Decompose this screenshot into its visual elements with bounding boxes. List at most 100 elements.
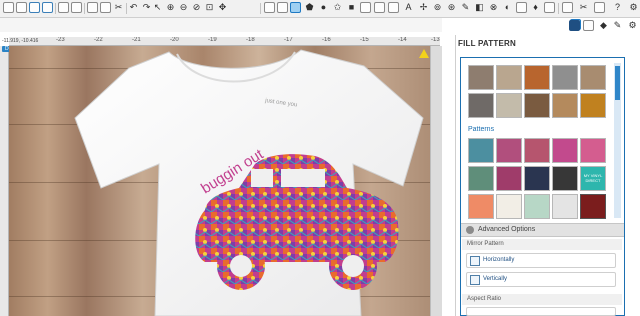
store-tab-icon[interactable]	[583, 20, 594, 31]
zoom-fit-icon[interactable]: ⊡	[204, 2, 215, 13]
page-setup-icon[interactable]: ✂	[578, 2, 589, 13]
ruler-tick-label: -20	[170, 37, 179, 43]
pattern-swatch[interactable]	[524, 93, 550, 118]
scissors-icon[interactable]: ✂	[113, 2, 124, 13]
gradient-icon[interactable]	[388, 2, 399, 13]
pattern-swatch[interactable]	[552, 65, 578, 90]
mirror-pattern-label: Mirror Pattern	[462, 239, 622, 250]
vertical-ruler	[0, 46, 9, 316]
cursor-coordinates: -11.919, -10.416	[2, 38, 39, 44]
secondary-toolbar	[0, 18, 581, 32]
pattern-swatch[interactable]	[524, 138, 550, 163]
ruler-tick-label: -19	[208, 37, 217, 43]
trace-icon[interactable]: ✎	[460, 2, 471, 13]
pan-icon[interactable]: ✥	[217, 2, 228, 13]
pattern-swatch[interactable]	[496, 194, 522, 219]
send-icon[interactable]: ♦	[530, 2, 541, 13]
ruler-tick-label: -14	[398, 37, 407, 43]
pattern-swatch[interactable]	[580, 65, 606, 90]
mirror-vertically-button[interactable]: Vertically	[466, 272, 616, 287]
design-canvas[interactable]: buggin out just one you	[9, 46, 440, 316]
pattern-swatch[interactable]	[468, 138, 494, 163]
pattern-swatch[interactable]	[496, 65, 522, 90]
car-window-right	[281, 169, 325, 187]
zoom-out-icon[interactable]: ⊖	[178, 2, 189, 13]
library-icon[interactable]	[58, 2, 69, 13]
fill-pattern-panel-button[interactable]	[290, 2, 301, 13]
pattern-swatch[interactable]	[468, 65, 494, 90]
design-tab-icon[interactable]	[569, 20, 580, 31]
fill-color-icon[interactable]	[374, 2, 385, 13]
pattern-swatch[interactable]	[496, 166, 522, 191]
cut-settings-icon[interactable]: ◐	[502, 2, 513, 13]
pattern-swatch[interactable]	[468, 93, 494, 118]
page-icon[interactable]: ⊗	[488, 2, 499, 13]
cut-tab-icon[interactable]	[562, 2, 573, 13]
pattern-swatch[interactable]	[468, 194, 494, 219]
shape-square-icon[interactable]: ■	[346, 2, 357, 13]
panel-scrollbar-thumb[interactable]	[615, 66, 620, 100]
shape-pentagon-icon[interactable]: ⬟	[304, 2, 315, 13]
ruler-tick-label: -23	[56, 37, 65, 43]
send-tab-glyph-icon[interactable]: ◆	[598, 20, 609, 31]
ruler-tick-label: -16	[322, 37, 331, 43]
offset-icon[interactable]: ⊛	[446, 2, 457, 13]
my-vinyl-direct-swatch[interactable]: MY VINYL DIRECT	[580, 166, 606, 191]
mirror-horizontally-button[interactable]: Horizontally	[466, 253, 616, 268]
new-icon[interactable]	[3, 2, 14, 13]
pattern-swatch[interactable]	[580, 93, 606, 118]
aspect-ratio-option[interactable]	[466, 307, 616, 316]
pattern-swatch[interactable]	[552, 93, 578, 118]
aspect-ratio-label: Aspect Ratio	[462, 294, 622, 305]
vertically-label: Vertically	[483, 276, 508, 282]
print-icon[interactable]	[71, 2, 82, 13]
collapse-arrow-icon[interactable]	[466, 226, 474, 234]
pattern-swatch[interactable]	[580, 138, 606, 163]
canvas-artwork: buggin out just one you	[74, 49, 424, 316]
grid-icon[interactable]	[264, 2, 275, 13]
cut-icon[interactable]	[87, 2, 98, 13]
ruler-tick-label: -17	[284, 37, 293, 43]
transform-icon[interactable]: ✢	[418, 2, 429, 13]
open-icon[interactable]	[16, 2, 27, 13]
shape-star-icon[interactable]: ✩	[332, 2, 343, 13]
zoom-in-icon[interactable]: ⊕	[165, 2, 176, 13]
pattern-swatch[interactable]	[552, 138, 578, 163]
mirror-vertical-icon	[470, 275, 480, 285]
copy-icon[interactable]	[100, 2, 111, 13]
pattern-swatch[interactable]	[524, 166, 550, 191]
help-icon[interactable]: ?	[612, 2, 623, 13]
pattern-swatch[interactable]	[580, 194, 606, 219]
ruler-tick-label: -21	[132, 37, 141, 43]
send-tab-icon[interactable]	[594, 2, 605, 13]
pen-tab-icon[interactable]: ✎	[612, 20, 623, 31]
ruler-tick-label: -15	[360, 37, 369, 43]
text-icon[interactable]: A	[403, 2, 414, 13]
pattern-swatch[interactable]	[552, 166, 578, 191]
pattern-swatch[interactable]	[468, 166, 494, 191]
save-icon[interactable]	[29, 2, 40, 13]
undo-icon[interactable]: ↶	[128, 2, 139, 13]
patterns-section-label: Patterns	[468, 126, 495, 133]
pattern-swatch[interactable]	[496, 138, 522, 163]
replicate-icon[interactable]: ⊚	[432, 2, 443, 13]
shape-circle-icon[interactable]: ●	[318, 2, 329, 13]
horizontally-label: Horizontally	[483, 257, 515, 263]
pattern-swatch[interactable]	[524, 194, 550, 219]
modify-icon[interactable]: ◧	[474, 2, 485, 13]
zoom-drag-icon[interactable]: ⊘	[191, 2, 202, 13]
settings-gear-icon[interactable]: ⚙	[628, 2, 639, 13]
pattern-swatch[interactable]	[524, 65, 550, 90]
line-style-icon[interactable]	[360, 2, 371, 13]
gear-tab-icon[interactable]: ⚙	[627, 20, 638, 31]
select-icon[interactable]: ↖	[152, 2, 163, 13]
car-window-left	[251, 169, 273, 187]
pattern-swatch[interactable]	[552, 194, 578, 219]
align-icon[interactable]	[277, 2, 288, 13]
warning-icon[interactable]	[419, 49, 429, 58]
redo-icon[interactable]: ↷	[141, 2, 152, 13]
pattern-swatch[interactable]	[496, 93, 522, 118]
store-icon[interactable]	[516, 2, 527, 13]
save-as-icon[interactable]	[42, 2, 53, 13]
library-panel-icon[interactable]	[544, 2, 555, 13]
